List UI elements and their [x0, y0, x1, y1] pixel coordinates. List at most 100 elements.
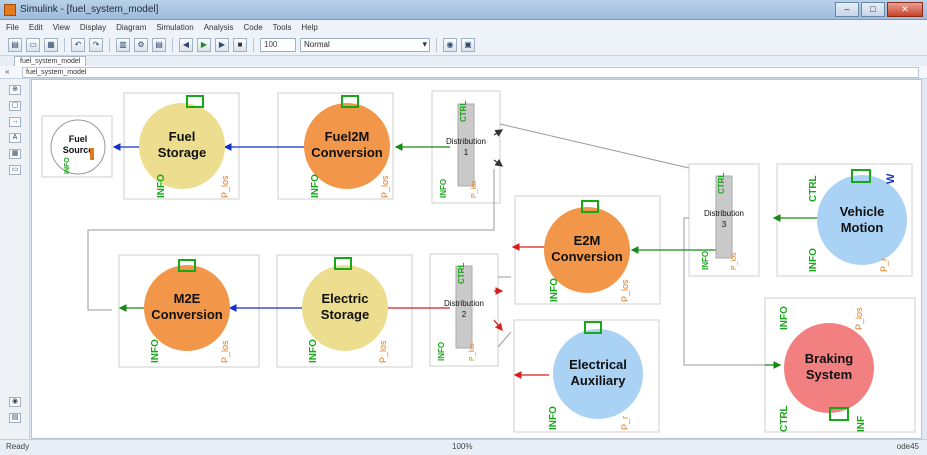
settings-gear-icon[interactable]: ⚙ [134, 37, 148, 52]
menu-file[interactable]: File [6, 23, 19, 32]
braking-info-port: INFO [779, 306, 790, 330]
e2m-ploss-port: P_los [620, 279, 630, 302]
braking-ploss-port: P_los [854, 307, 864, 330]
window-title: Simulink - [fuel_system_model] [20, 4, 159, 15]
fuel2m-line2: Conversion [311, 145, 383, 160]
menu-diagram[interactable]: Diagram [116, 23, 146, 32]
toolbar-divider [172, 37, 173, 52]
vehicle-info-port: INFO [808, 248, 819, 272]
menu-bar: File Edit View Display Diagram Simulatio… [0, 20, 927, 34]
dist1-ploss-port: P_los [471, 180, 478, 198]
aux-info-port: INFO [548, 406, 559, 430]
status-solver: ode45 [896, 442, 919, 451]
menu-help[interactable]: Help [301, 23, 317, 32]
undo-icon[interactable]: ↶ [71, 37, 85, 52]
menu-simulation[interactable]: Simulation [156, 23, 193, 32]
toolbar-divider [436, 37, 437, 52]
toolbar-divider [109, 37, 110, 52]
e2m-info-port: INFO [549, 278, 560, 302]
camera-icon[interactable]: ◉ [9, 397, 21, 407]
stop-time-field[interactable] [260, 37, 296, 52]
m2e-ploss-port: P_los [220, 340, 230, 363]
save-icon[interactable]: ▦ [44, 37, 58, 52]
dist1-line2: 1 [464, 148, 469, 157]
vehicle-w-port: W [885, 173, 897, 184]
redo-icon[interactable]: ↷ [89, 37, 103, 52]
dist1-ctrl-port: CTRL [459, 101, 468, 122]
electric-storage-ploss-port: P_los [378, 340, 388, 363]
vehicle-line1: Vehicle [840, 204, 885, 219]
dist3-ctrl-port: CTRL [717, 173, 726, 194]
dist2-line2: 2 [462, 310, 467, 319]
new-model-icon[interactable]: ▤ [8, 37, 22, 52]
aux-p-port: P_r [620, 416, 630, 430]
braking-ctrl-port: CTRL [779, 405, 790, 432]
library-browser-icon[interactable]: ▥ [116, 37, 130, 52]
dist1-info-port: INFO [439, 179, 448, 198]
title-bar: Simulink - [fuel_system_model] – □ ✕ [0, 0, 927, 20]
toolbar-divider [253, 37, 254, 52]
menu-tools[interactable]: Tools [273, 23, 292, 32]
tool-palette: ⊕ ▢ → A ▦ ▭ ◉ ▤ [0, 79, 30, 439]
fuel-storage-info-port: INFO [156, 174, 167, 198]
open-folder-icon[interactable]: ▭ [26, 37, 40, 52]
fuel-source-block[interactable]: Fuel Source INFO [50, 119, 106, 175]
stop-icon[interactable]: ■ [233, 37, 247, 52]
m2e-line2: Conversion [151, 307, 223, 322]
image-icon[interactable]: ▦ [9, 149, 21, 159]
output-port [90, 148, 94, 160]
dist3-ploss-port: P_los [731, 252, 738, 270]
address-bar: « fuel_system_model [0, 66, 927, 79]
tab-model[interactable]: fuel_system_model [14, 56, 87, 66]
dist3-line1: Distribution [704, 209, 744, 218]
report-icon[interactable]: ▤ [9, 413, 21, 423]
dist2-info-port: INFO [437, 342, 446, 361]
fuel2m-line1: Fuel2M [325, 129, 370, 144]
fuel-storage-line2: Storage [158, 145, 206, 160]
braking-inf-port: INF [856, 416, 867, 432]
dist3-info-port: INFO [701, 251, 710, 270]
fuel-source-line2: Source [63, 145, 94, 155]
minimize-button[interactable]: – [835, 2, 859, 17]
annotation-icon[interactable]: A [9, 133, 21, 143]
fuel2m-info-port: INFO [310, 174, 321, 198]
menu-analysis[interactable]: Analysis [204, 23, 234, 32]
model-path[interactable]: fuel_system_model [22, 67, 919, 78]
dist2-ploss-port: P_los [469, 343, 476, 361]
build-icon[interactable]: ◉ [443, 37, 457, 52]
zoom-icon[interactable]: ⊕ [9, 85, 21, 95]
block-diagram: Fuel Source INFO Fuel Storage INFO P_los… [41, 90, 916, 433]
arrow-icon[interactable]: → [9, 117, 21, 127]
status-bar: Ready 100% ode45 [0, 439, 927, 455]
dist2-ctrl-port: CTRL [457, 263, 466, 284]
model-canvas[interactable]: Fuel Source INFO Fuel Storage INFO P_los… [31, 79, 922, 439]
menu-code[interactable]: Code [244, 23, 263, 32]
tab-strip: fuel_system_model [0, 56, 927, 66]
run-icon[interactable]: ▶ [197, 37, 211, 52]
hide-browser-icon[interactable]: « [5, 67, 9, 76]
toolbar: ▤ ▭ ▦ ↶ ↷ ▥ ⚙ ▤ ◀ ▶ ▶ ■ Normal ◉ ▣ [0, 34, 927, 56]
step-back-icon[interactable]: ◀ [179, 37, 193, 52]
menu-display[interactable]: Display [80, 23, 106, 32]
vehicle-ctrl-port: CTRL [808, 175, 819, 202]
menu-view[interactable]: View [53, 23, 70, 32]
vehicle-line2: Motion [841, 220, 884, 235]
fuel-source-info-port: INFO [64, 157, 71, 174]
toolbar-divider [64, 37, 65, 52]
app-icon [4, 4, 16, 16]
close-button[interactable]: ✕ [887, 2, 923, 17]
simulation-mode-select[interactable]: Normal [300, 37, 430, 52]
maximize-button[interactable]: □ [861, 2, 885, 17]
fit-view-icon[interactable]: ▢ [9, 101, 21, 111]
vehicle-p-port: P_r [879, 258, 889, 272]
area-icon[interactable]: ▭ [9, 165, 21, 175]
status-zoom: 100% [452, 442, 473, 451]
model-explorer-icon[interactable]: ▤ [152, 37, 166, 52]
electric-storage-line1: Electric [322, 291, 369, 306]
menu-edit[interactable]: Edit [29, 23, 43, 32]
m2e-line1: M2E [174, 291, 201, 306]
fuel-storage-ploss-port: P_los [220, 175, 230, 198]
fuel-storage-line1: Fuel [169, 129, 196, 144]
debug-icon[interactable]: ▣ [461, 37, 475, 52]
step-forward-icon[interactable]: ▶ [215, 37, 229, 52]
